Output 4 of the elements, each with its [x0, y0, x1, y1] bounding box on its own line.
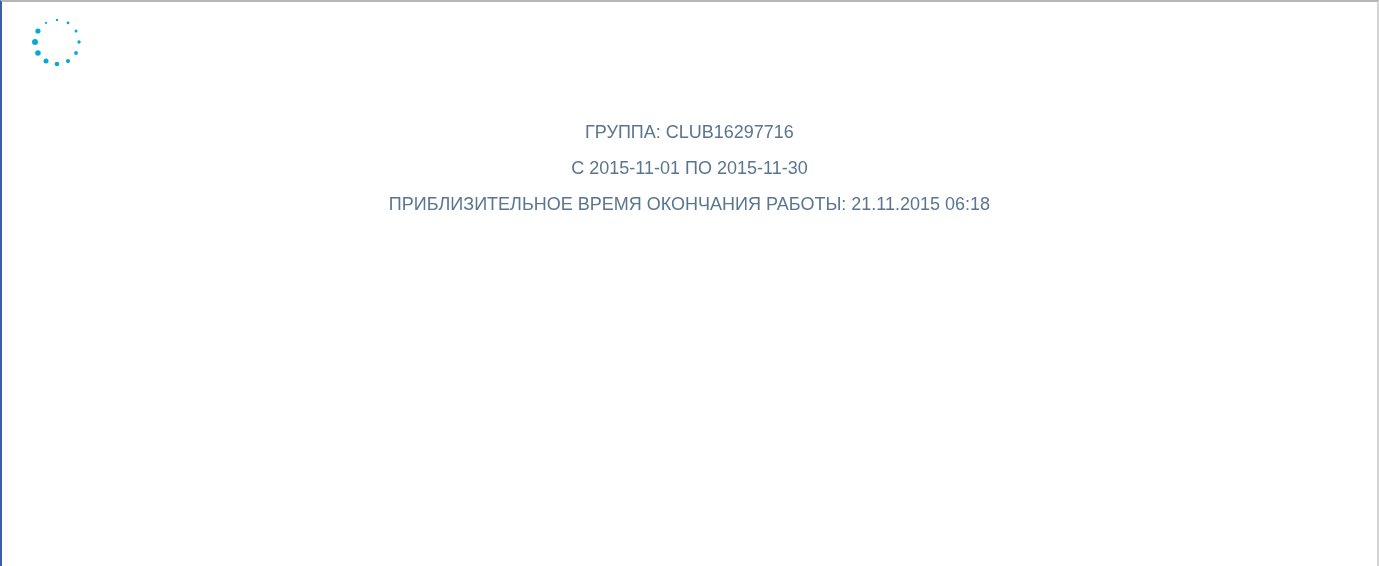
loading-spinner-icon	[31, 16, 83, 68]
info-text: ГРУППА: CLUB16297716	[585, 122, 794, 142]
info-text: ПРИБЛИЗИТЕЛЬНОЕ ВРЕМЯ ОКОНЧАНИЯ РАБОТЫ: 21.11.2015 06:18	[388, 194, 991, 214]
info-text: С 2015-11-01 ПО 2015-11-30	[571, 158, 808, 178]
